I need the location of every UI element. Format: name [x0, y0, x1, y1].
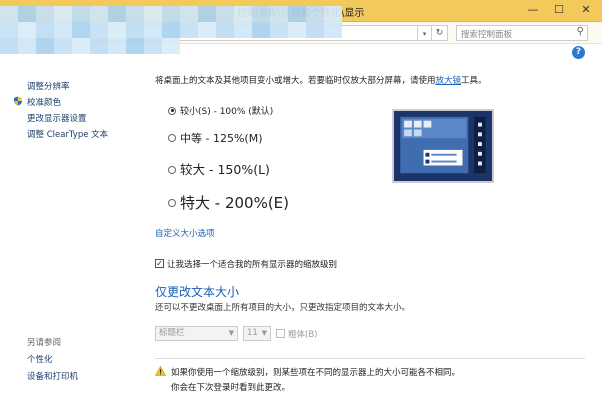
description-suffix: 工具。	[461, 76, 487, 86]
scaling-level-checkbox-row[interactable]: ✓ 让我选择一个适合我的所有显示器的缩放级别	[155, 258, 337, 270]
search-input[interactable]: 搜索控制面板 ⚲	[456, 25, 588, 41]
element-select[interactable]: 标题栏 ▼	[155, 326, 238, 341]
signout-notice: 你会在下次登录时看到此更改。	[171, 383, 291, 393]
sidebar-item-cleartype[interactable]: 调整 ClearType 文本	[27, 128, 108, 140]
radio-button[interactable]	[168, 165, 176, 174]
radio-button[interactable]	[168, 106, 176, 115]
scaling-level-checkbox[interactable]: ✓	[155, 259, 164, 268]
bold-checkbox-row[interactable]: 粗体(B)	[276, 328, 317, 340]
bold-checkbox[interactable]	[276, 329, 285, 338]
help-icon[interactable]: ?	[572, 46, 585, 59]
maximize-button[interactable]: ☐	[546, 0, 572, 20]
sidebar-item-display-settings[interactable]: 更改显示器设置	[27, 112, 87, 124]
page-description: 将桌面上的文本及其他项目变小或增大。若要临时仅放大部分屏幕，请使用放大镜工具。	[155, 74, 487, 86]
scaling-level-label: 让我选择一个适合我的所有显示器的缩放级别	[167, 260, 338, 270]
chevron-down-icon: ▼	[261, 329, 267, 337]
size-option-label: 中等 - 125%(M)	[180, 132, 263, 145]
window-title: 控制面板\外观和个性化\显示	[237, 8, 365, 19]
title-bar: 控制面板\外观和个性化\显示 — ☐ ✕	[0, 0, 602, 22]
divider	[155, 358, 585, 359]
address-dropdown-button[interactable]: ▾	[418, 25, 432, 41]
sidebar-item-calibrate-color[interactable]: 校准颜色	[27, 96, 61, 108]
address-bar: ▾ ↻ 搜索控制面板 ⚲	[0, 22, 602, 44]
chevron-down-icon: ▼	[228, 329, 234, 337]
element-select-value: 标题栏	[159, 328, 185, 338]
size-option-label: 特大 - 200%(E)	[180, 194, 290, 212]
search-placeholder: 搜索控制面板	[461, 30, 513, 40]
text-only-heading: 仅更改文本大小	[155, 285, 240, 299]
address-field[interactable]	[90, 25, 418, 41]
bold-label: 粗体(B)	[288, 330, 318, 340]
size-option-label: 较大 - 150%(L)	[180, 162, 270, 177]
warning-text: 如果你使用一个缩放级别，则某些项在不同的显示器上的大小可能各不相同。	[171, 368, 461, 378]
text-only-description: 还可以不更改桌面上所有项目的大小，只更改指定项目的文本大小。	[155, 303, 411, 313]
search-icon: ⚲	[576, 26, 584, 37]
left-nav: 调整分辨率 校准颜色 更改显示器设置 调整 ClearType 文本 另请参阅 …	[0, 44, 148, 400]
see-also-heading: 另请参阅	[27, 338, 62, 348]
size-option-extra-large[interactable]: 特大 - 200%(E)	[168, 192, 289, 213]
custom-size-link[interactable]: 自定义大小选项	[155, 227, 215, 239]
radio-button[interactable]	[168, 198, 176, 207]
warning-icon	[155, 366, 166, 376]
size-option-medium[interactable]: 中等 - 125%(M)	[168, 130, 262, 146]
font-size-select[interactable]: 11 ▼	[243, 326, 271, 341]
shield-icon	[14, 96, 22, 106]
radio-button[interactable]	[168, 134, 176, 142]
close-button[interactable]: ✕	[572, 0, 600, 20]
magnifier-link[interactable]: 放大镜	[436, 76, 462, 86]
size-option-larger[interactable]: 较大 - 150%(L)	[168, 159, 270, 178]
description-text: 将桌面上的文本及其他项目变小或增大。若要临时仅放大部分屏幕，请使用	[155, 76, 436, 86]
font-size-value: 11	[247, 328, 258, 338]
refresh-button[interactable]: ↻	[432, 25, 448, 41]
sidebar-item-personalization[interactable]: 个性化	[27, 353, 53, 365]
size-option-label: 较小(S) - 100% (默认)	[180, 107, 274, 117]
size-option-smaller[interactable]: 较小(S) - 100% (默认)	[168, 104, 273, 117]
sidebar-item-devices-printers[interactable]: 设备和打印机	[27, 370, 78, 382]
scaling-preview-image	[392, 109, 494, 183]
sidebar-item-adjust-resolution[interactable]: 调整分辨率	[27, 80, 70, 92]
minimize-button[interactable]: —	[520, 0, 546, 20]
